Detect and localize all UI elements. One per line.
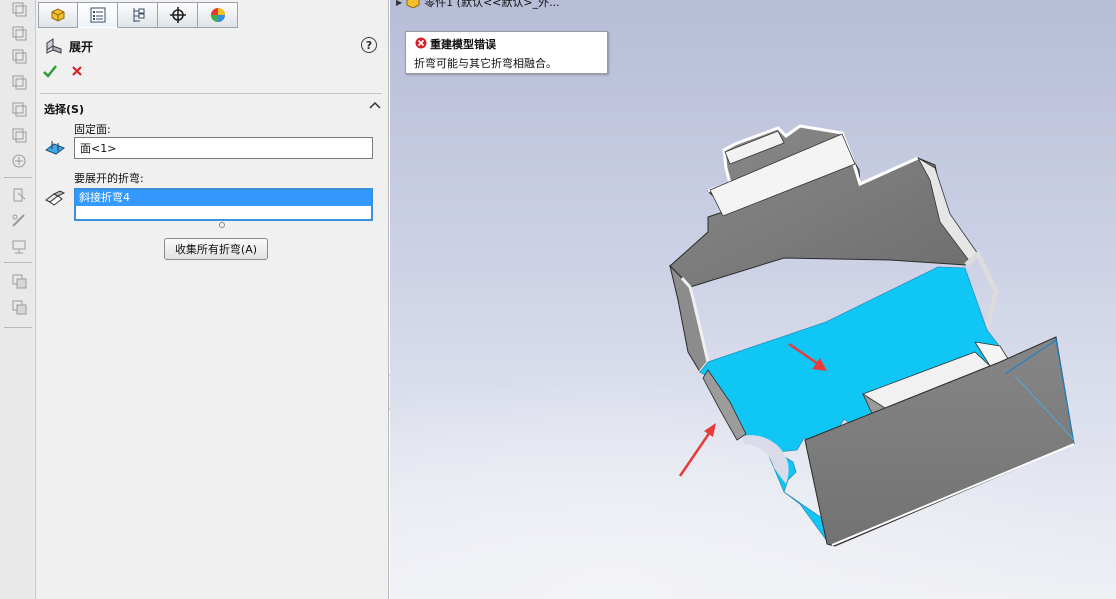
layer-icon[interactable]	[10, 272, 28, 290]
section-divider	[40, 93, 382, 94]
cancel-button[interactable]	[69, 63, 85, 79]
toolbar-divider	[4, 262, 32, 263]
close-icon	[72, 66, 82, 76]
ok-button[interactable]	[42, 63, 58, 79]
red-arrow-2	[678, 423, 716, 477]
selection-section-title[interactable]: 选择(S)	[44, 101, 84, 117]
configuration-manager-icon	[133, 8, 144, 22]
list-resize-handle[interactable]	[219, 222, 225, 228]
bends-to-unfold-label: 要展开的折弯:	[74, 172, 144, 185]
fixed-face-label: 固定面:	[74, 123, 111, 136]
checkmark-icon	[43, 65, 57, 78]
unfold-feature-icon	[44, 36, 64, 56]
sketch-view-icon[interactable]	[10, 24, 28, 42]
rebuild-error-tooltip: 重建模型错误 折弯可能与其它折弯相融合。	[405, 31, 608, 74]
collapse-section-button[interactable]	[369, 100, 381, 110]
bends-list[interactable]: 斜接折弯4	[74, 188, 373, 221]
collect-all-bends-button[interactable]: 收集所有折弯(A)	[164, 238, 268, 260]
bends-icon	[44, 190, 66, 206]
top-view-icon[interactable]	[10, 47, 28, 65]
toolbar-divider	[4, 327, 32, 328]
graphics-viewport[interactable]: ▶ 零件1 (默认<<默认>_外... 重建模型错误 折弯可能与其它折弯相融合。	[390, 0, 1116, 599]
orient-icon[interactable]	[10, 152, 28, 170]
panel-tabs	[38, 2, 238, 28]
part-icon	[406, 0, 420, 8]
feature-tree-icon[interactable]	[10, 0, 28, 18]
left-view-toolbar	[0, 0, 36, 599]
sheet-metal-model[interactable]	[390, 0, 1116, 599]
feature-title: 展开	[69, 40, 94, 54]
error-message: 折弯可能与其它折弯相融合。	[414, 57, 557, 70]
evaluate-icon[interactable]	[10, 238, 28, 256]
display-manager-tab[interactable]	[198, 2, 238, 28]
toolbar-divider	[4, 177, 32, 178]
fixed-face-icon	[44, 138, 66, 160]
property-manager-icon	[90, 7, 105, 23]
color-wheel-icon	[210, 8, 225, 22]
iso-view-icon[interactable]	[10, 126, 28, 144]
expand-arrow-icon[interactable]: ▶	[396, 0, 402, 7]
right-view-icon[interactable]	[10, 100, 28, 118]
error-icon	[415, 37, 427, 49]
section-icon[interactable]	[10, 186, 28, 204]
fixed-face-field[interactable]: 面<1>	[74, 137, 373, 159]
dimxpert-manager-tab[interactable]	[158, 2, 198, 28]
feature-tree-item[interactable]: ▶ 零件1 (默认<<默认>_外...	[396, 0, 560, 10]
layer-copy-icon[interactable]	[10, 298, 28, 316]
list-item[interactable]: 斜接折弯4	[76, 190, 371, 206]
error-title: 重建模型错误	[430, 38, 496, 51]
feature-manager-tab[interactable]	[38, 2, 78, 28]
front-view-icon[interactable]	[10, 73, 28, 91]
measure-icon[interactable]	[10, 212, 28, 230]
crosshair-icon	[169, 7, 186, 23]
property-manager-tab[interactable]	[78, 2, 118, 28]
help-button[interactable]: ?	[361, 37, 377, 53]
part-name: 零件1 (默认<<默认>_外...	[424, 0, 560, 9]
configuration-manager-tab[interactable]	[118, 2, 158, 28]
feature-manager-icon	[51, 8, 65, 22]
property-manager-panel: 展开 ? 选择(S) 固定面: 面<1> 要展开的折弯: 斜接折弯4 收集所有折…	[36, 0, 389, 599]
chevron-up-icon	[369, 101, 381, 109]
